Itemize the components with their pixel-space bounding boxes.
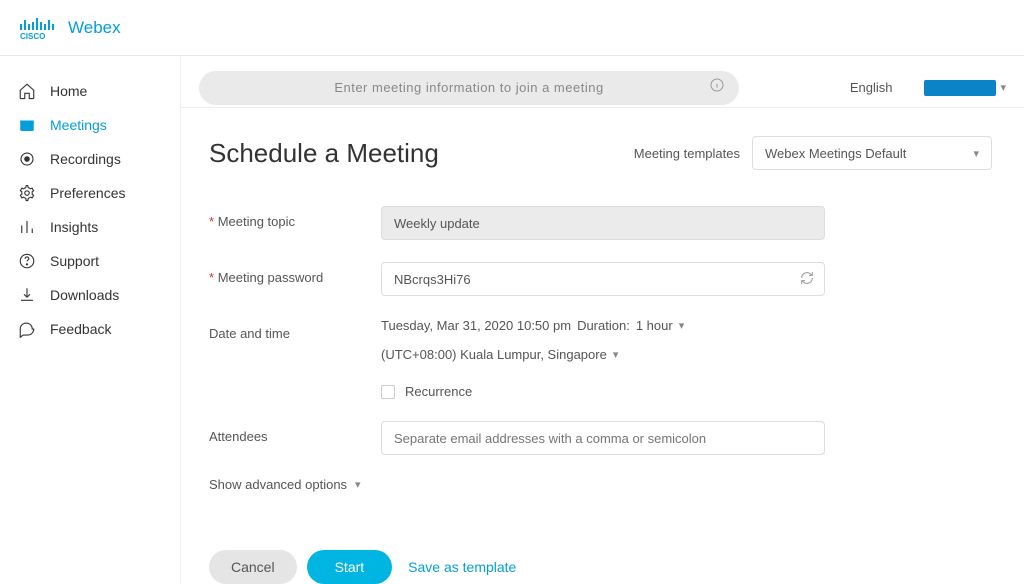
sidebar-item-meetings[interactable]: Meetings [0,108,180,142]
templates-label: Meeting templates [634,146,740,161]
help-icon [18,252,36,270]
cisco-logo-icon: CISCO [20,16,60,40]
user-name-obscured: ████████ [924,80,996,96]
timezone-picker[interactable]: (UTC+08:00) Kuala Lumpur, Singapore ▾ [381,347,901,362]
info-icon[interactable] [709,77,725,98]
datetime-value: Tuesday, Mar 31, 2020 10:50 pm [381,318,571,333]
sidebar-item-recordings[interactable]: Recordings [0,142,180,176]
sidebar-item-label: Preferences [50,185,125,201]
sidebar: Home Meetings Recordings Preferences Ins… [0,56,180,584]
bar-chart-icon [18,218,36,236]
meeting-topic-label: * Meeting topic [209,206,381,229]
start-button[interactable]: Start [307,550,393,584]
chat-icon [18,320,36,338]
sidebar-item-insights[interactable]: Insights [0,210,180,244]
refresh-icon[interactable] [799,270,815,291]
main: Enter meeting information to join a meet… [180,56,1024,584]
sidebar-item-label: Meetings [50,117,107,133]
sidebar-item-label: Downloads [50,287,119,303]
cancel-button[interactable]: Cancel [209,550,297,584]
content: Schedule a Meeting Meeting templates Web… [181,108,1024,584]
sidebar-item-downloads[interactable]: Downloads [0,278,180,312]
meeting-password-label: * Meeting password [209,262,381,285]
calendar-icon [18,116,36,134]
download-icon [18,286,36,304]
advanced-options-toggle[interactable]: Show advanced options ▾ [209,477,992,492]
record-icon [18,150,36,168]
chevron-down-icon: ▾ [679,319,685,332]
main-header: Enter meeting information to join a meet… [181,56,1024,108]
duration-label: Duration: [577,318,630,333]
datetime-picker[interactable]: Tuesday, Mar 31, 2020 10:50 pm Duration:… [381,318,901,333]
sidebar-item-label: Home [50,83,87,99]
language-selector[interactable]: English [850,80,893,95]
product-name: Webex [68,18,121,38]
meeting-password-input[interactable] [381,262,825,296]
sidebar-item-label: Support [50,253,99,269]
recurrence-checkbox[interactable] [381,385,395,399]
sidebar-item-home[interactable]: Home [0,74,180,108]
chevron-down-icon: ▾ [613,348,619,361]
timezone-value: (UTC+08:00) Kuala Lumpur, Singapore [381,347,607,362]
top-bar: CISCO Webex [0,0,1024,56]
page-title: Schedule a Meeting [209,138,439,169]
logo[interactable]: CISCO Webex [20,16,121,40]
sidebar-item-label: Recordings [50,151,121,167]
user-menu[interactable]: ████████ ▾ [924,80,1006,96]
templates-select[interactable]: Webex Meetings Default ▾ [752,136,992,170]
recurrence-label: Recurrence [405,384,472,399]
duration-value: 1 hour [636,318,673,333]
attendees-input[interactable] [381,421,825,455]
home-icon [18,82,36,100]
search-placeholder: Enter meeting information to join a meet… [334,80,603,95]
save-as-template-link[interactable]: Save as template [408,559,516,575]
templates-selected: Webex Meetings Default [765,146,906,161]
sidebar-item-feedback[interactable]: Feedback [0,312,180,346]
sidebar-item-label: Feedback [50,321,111,337]
datetime-label: Date and time [209,318,381,341]
chevron-down-icon: ▾ [973,147,979,160]
attendees-label: Attendees [209,421,381,444]
sidebar-item-label: Insights [50,219,98,235]
svg-text:CISCO: CISCO [20,32,45,40]
gear-icon [18,184,36,202]
chevron-down-icon: ▾ [355,478,361,491]
meeting-templates: Meeting templates Webex Meetings Default… [634,136,992,170]
chevron-down-icon: ▾ [1000,81,1006,94]
sidebar-item-preferences[interactable]: Preferences [0,176,180,210]
search-input[interactable]: Enter meeting information to join a meet… [199,71,739,105]
sidebar-item-support[interactable]: Support [0,244,180,278]
meeting-topic-input[interactable] [381,206,825,240]
